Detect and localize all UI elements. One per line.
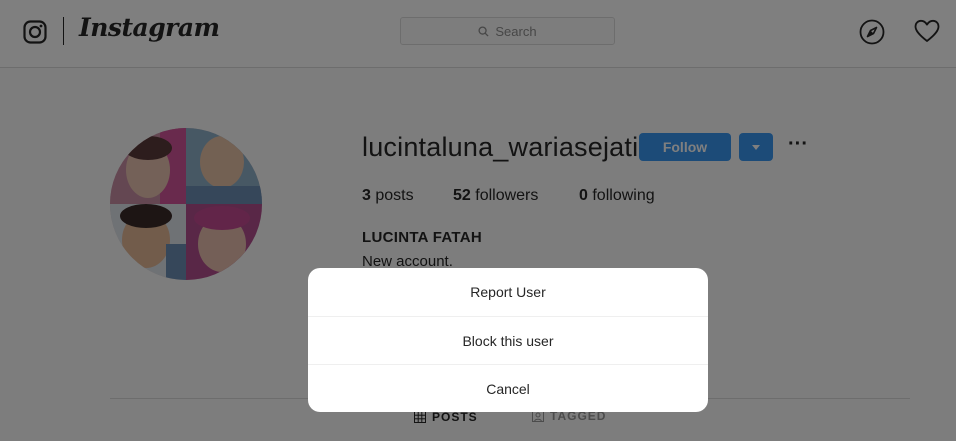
user-options-dialog: Report User Block this user Cancel — [308, 268, 708, 412]
report-user-button[interactable]: Report User — [308, 268, 708, 316]
block-user-button[interactable]: Block this user — [308, 316, 708, 364]
cancel-button[interactable]: Cancel — [308, 364, 708, 412]
